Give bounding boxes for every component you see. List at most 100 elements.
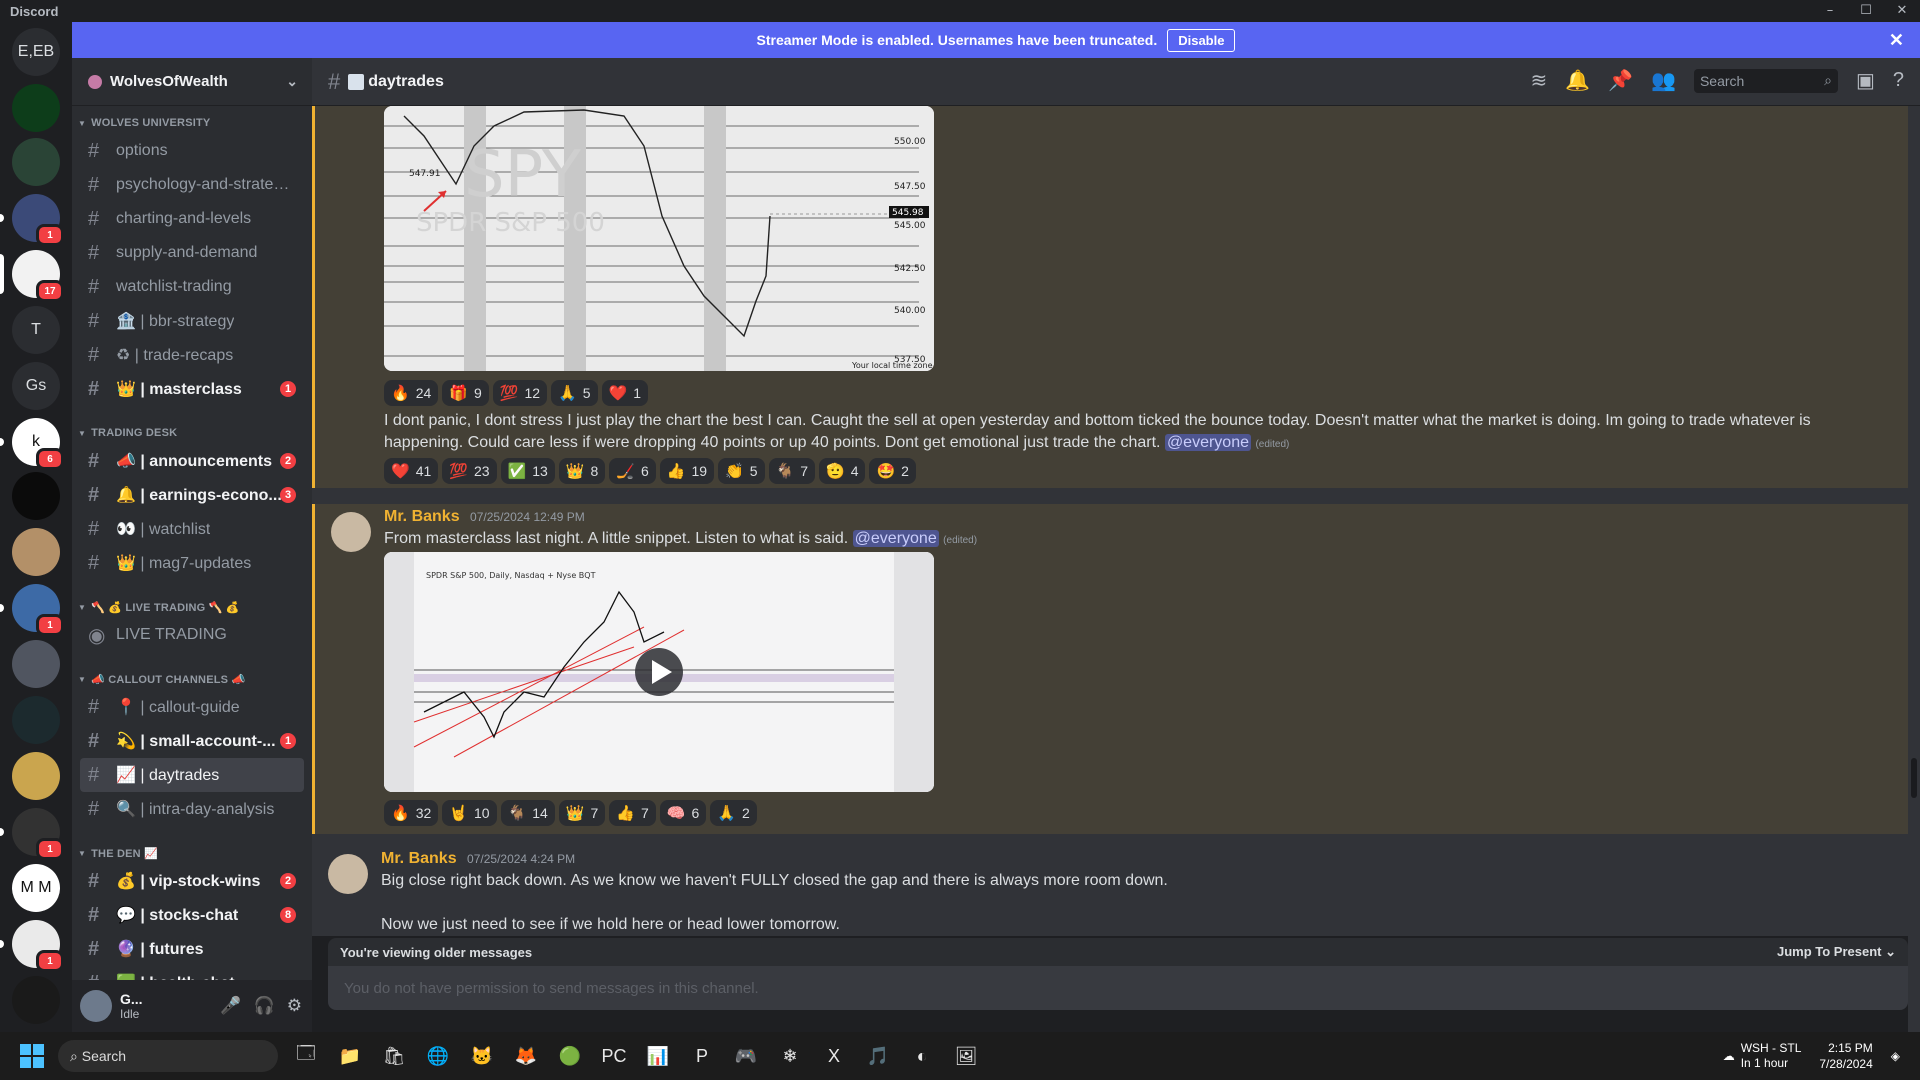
channel-item[interactable]: # 🔔 | earnings-econo... 3: [80, 478, 304, 512]
app-icon[interactable]: ❄: [774, 1040, 806, 1072]
server-icon[interactable]: M M: [12, 864, 60, 912]
channel-category[interactable]: ▼ 🪓 💰 LIVE TRADING 🪓 💰: [72, 596, 312, 618]
channel-item[interactable]: # 🔍 | intra-day-analysis: [80, 792, 304, 826]
app-icon[interactable]: 🐱: [466, 1040, 498, 1072]
maximize-button[interactable]: ☐: [1848, 0, 1884, 22]
author-name[interactable]: Mr. Banks: [381, 850, 457, 867]
excel-icon[interactable]: X: [818, 1040, 850, 1072]
jump-to-present-button[interactable]: Jump To Present ⌄: [1777, 944, 1896, 960]
app-icon[interactable]: 📊: [642, 1040, 674, 1072]
reaction-button[interactable]: 🎁 9: [442, 380, 489, 406]
channel-item[interactable]: # 👀 | watchlist: [80, 512, 304, 546]
channel-item[interactable]: # 👑 | masterclass 1: [80, 372, 304, 406]
spotify-icon[interactable]: 🎵: [862, 1040, 894, 1072]
reaction-button[interactable]: ✅ 13: [500, 458, 555, 484]
reaction-button[interactable]: 👍 19: [659, 458, 715, 484]
powerpoint-icon[interactable]: P: [686, 1040, 718, 1072]
guild-header[interactable]: WolvesOfWealth ⌄: [72, 58, 312, 106]
close-window-button[interactable]: ✕: [1884, 0, 1920, 22]
server-icon[interactable]: 1: [0, 584, 64, 636]
reaction-button[interactable]: 🐐 14: [500, 800, 555, 826]
inbox-icon[interactable]: ▣: [1856, 68, 1875, 93]
reaction-button[interactable]: 🙏 5: [551, 380, 598, 406]
server-icon[interactable]: [12, 528, 60, 576]
reaction-button[interactable]: 🧠 6: [659, 800, 707, 826]
reaction-button[interactable]: 👑 8: [558, 458, 606, 484]
app-icon[interactable]: 🖼: [950, 1040, 982, 1072]
reaction-button[interactable]: 👍 7: [609, 800, 656, 826]
server-icon[interactable]: [12, 640, 60, 688]
channel-item[interactable]: # supply-and-demand: [80, 236, 304, 270]
reaction-button[interactable]: ❤️ 1: [601, 380, 648, 406]
members-icon[interactable]: 👥: [1651, 68, 1676, 93]
store-icon[interactable]: 🛍: [378, 1040, 410, 1072]
channel-item[interactable]: # charting-and-levels: [80, 202, 304, 236]
everyone-mention[interactable]: @everyone: [852, 530, 939, 547]
reaction-button[interactable]: 🐐 7: [768, 458, 815, 484]
user-info[interactable]: G... Idle: [120, 991, 143, 1021]
search-input[interactable]: Search ⌕: [1693, 68, 1838, 93]
chart-image[interactable]: SPY SPDR S&P 500 550.00 547.50 545.98 54…: [384, 106, 934, 371]
channel-category[interactable]: ▼ 📣 CALLOUT CHANNELS 📣: [72, 668, 312, 690]
headphones-icon[interactable]: 🎧: [254, 996, 275, 1016]
server-icon[interactable]: [12, 84, 60, 132]
reaction-button[interactable]: 🙏 2: [710, 800, 757, 826]
channel-item[interactable]: # 📍 | callout-guide: [80, 690, 304, 724]
copilot-icon[interactable]: ◈: [1891, 1049, 1900, 1063]
channel-item[interactable]: # 🏦 | bbr-strategy: [80, 304, 304, 338]
server-icon[interactable]: [12, 138, 60, 186]
reaction-button[interactable]: 🤘 10: [442, 800, 497, 826]
channel-item[interactable]: # 📣 | announcements 2: [80, 444, 304, 478]
server-icon[interactable]: 1: [0, 920, 64, 972]
edge-icon[interactable]: 🌐: [422, 1040, 454, 1072]
file-explorer-icon[interactable]: 📁: [334, 1040, 366, 1072]
reaction-button[interactable]: 🤩 2: [869, 458, 916, 484]
avatar[interactable]: [328, 854, 368, 894]
channel-item[interactable]: # psychology-and-strategi...: [80, 168, 304, 202]
reaction-button[interactable]: 💯 23: [442, 458, 497, 484]
reaction-button[interactable]: 🫡 4: [819, 458, 866, 484]
channel-category[interactable]: ▼ TRADING DESK: [72, 422, 312, 444]
disable-streamer-button[interactable]: Disable: [1167, 28, 1236, 52]
server-icon[interactable]: [12, 976, 60, 1024]
gear-icon[interactable]: ⚙: [287, 996, 302, 1016]
server-icon[interactable]: k6: [0, 418, 64, 470]
channel-item[interactable]: ◉ LIVE TRADING: [80, 618, 304, 652]
taskbar-search[interactable]: ⌕ Search: [58, 1040, 278, 1072]
close-icon[interactable]: ✕: [1889, 30, 1904, 51]
channel-item[interactable]: # watchlist-trading: [80, 270, 304, 304]
channel-item[interactable]: # 📈 | daytrades: [80, 758, 304, 792]
channel-item[interactable]: # options: [80, 134, 304, 168]
reaction-button[interactable]: 💯 12: [492, 380, 548, 406]
chrome-icon[interactable]: 🟢: [554, 1040, 586, 1072]
pycharm-icon[interactable]: PC: [598, 1040, 630, 1072]
task-view-icon[interactable]: 🗔: [290, 1040, 322, 1072]
channel-category[interactable]: ▼ WOLVES UNIVERSITY: [72, 112, 312, 134]
minimize-button[interactable]: –: [1812, 0, 1848, 22]
channel-item[interactable]: # ♻ | trade-recaps: [80, 338, 304, 372]
server-icon[interactable]: [12, 696, 60, 744]
weather-widget[interactable]: ☁ WSH - STL In 1 hour: [1723, 1041, 1802, 1071]
help-icon[interactable]: ?: [1893, 69, 1904, 92]
app-icon[interactable]: ◐: [906, 1040, 938, 1072]
author-name[interactable]: Mr. Banks: [384, 508, 460, 525]
channel-item[interactable]: # 💫 | small-account-... 1: [80, 724, 304, 758]
reaction-button[interactable]: 👑 7: [558, 800, 606, 826]
clock[interactable]: 2:15 PM 7/28/2024: [1819, 1040, 1872, 1072]
video-embed[interactable]: SPDR S&P 500, Daily, Nasdaq + Nyse BQT: [384, 552, 934, 792]
server-icon[interactable]: E,EB: [12, 28, 60, 76]
microphone-icon[interactable]: 🎤: [220, 996, 241, 1016]
server-icon[interactable]: [12, 472, 60, 520]
reaction-button[interactable]: 🏒 6: [609, 458, 656, 484]
server-icon[interactable]: 17: [0, 250, 64, 302]
channel-item[interactable]: # 👑 | mag7-updates: [80, 546, 304, 580]
server-icon[interactable]: [12, 752, 60, 800]
channel-item[interactable]: # 💬 | stocks-chat 8: [80, 898, 304, 932]
avatar[interactable]: [331, 512, 371, 552]
bell-icon[interactable]: 🔔: [1565, 68, 1590, 93]
reaction-button[interactable]: 🔥 32: [384, 800, 439, 826]
reaction-button[interactable]: 🔥 24: [384, 380, 439, 406]
server-icon[interactable]: 1: [0, 194, 64, 246]
server-icon[interactable]: 1: [0, 808, 64, 860]
channel-item[interactable]: # 💰 | vip-stock-wins 2: [80, 864, 304, 898]
